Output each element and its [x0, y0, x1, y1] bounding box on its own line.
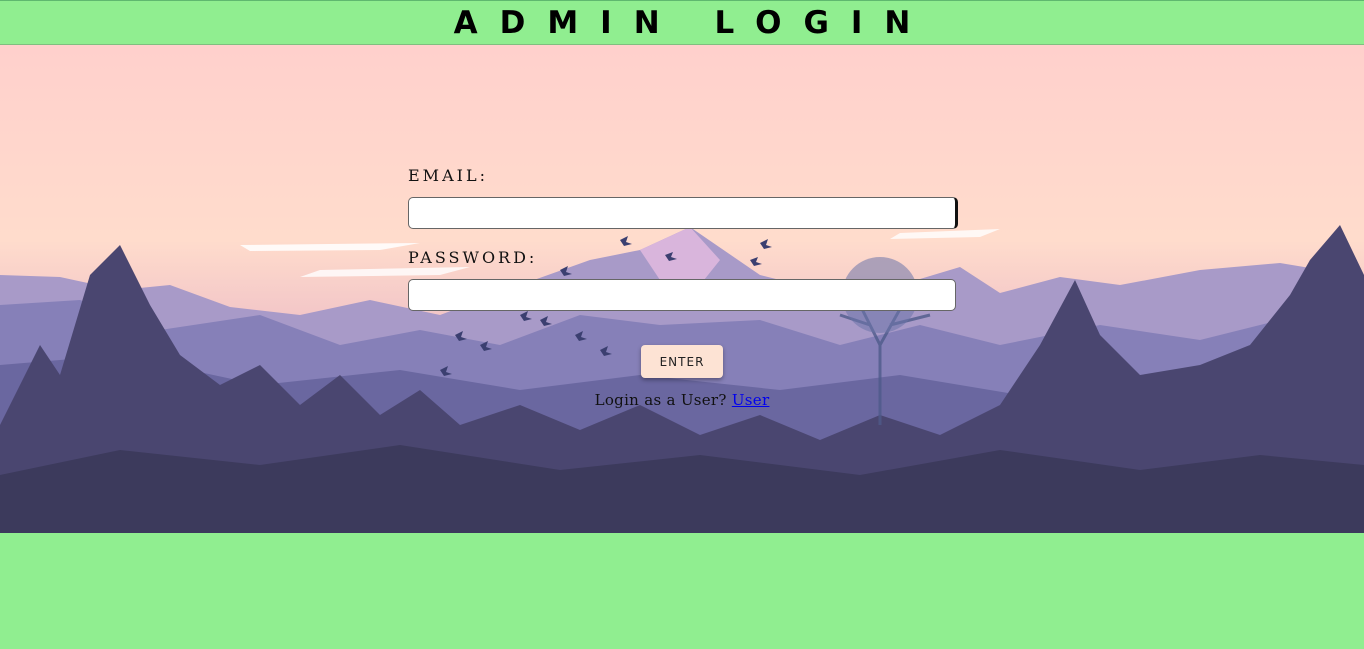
enter-button-wrapper: ENTER — [408, 345, 956, 378]
user-login-link[interactable]: User — [732, 391, 770, 409]
background-landscape: EMAIL: PASSWORD: ENTER Login as a User? … — [0, 45, 1364, 533]
page-header: ADMIN LOGIN — [0, 0, 1364, 45]
page-footer — [0, 533, 1364, 649]
password-label: PASSWORD: — [408, 248, 538, 267]
page-title: ADMIN LOGIN — [453, 4, 933, 41]
user-prompt-text: Login as a User? — [594, 391, 727, 409]
email-field[interactable] — [408, 197, 958, 229]
login-form: EMAIL: PASSWORD: ENTER Login as a User? … — [408, 165, 968, 409]
password-field[interactable] — [408, 279, 956, 311]
email-label: EMAIL: — [408, 166, 488, 185]
enter-button[interactable]: ENTER — [641, 345, 723, 378]
user-login-prompt: Login as a User? User — [408, 391, 956, 409]
